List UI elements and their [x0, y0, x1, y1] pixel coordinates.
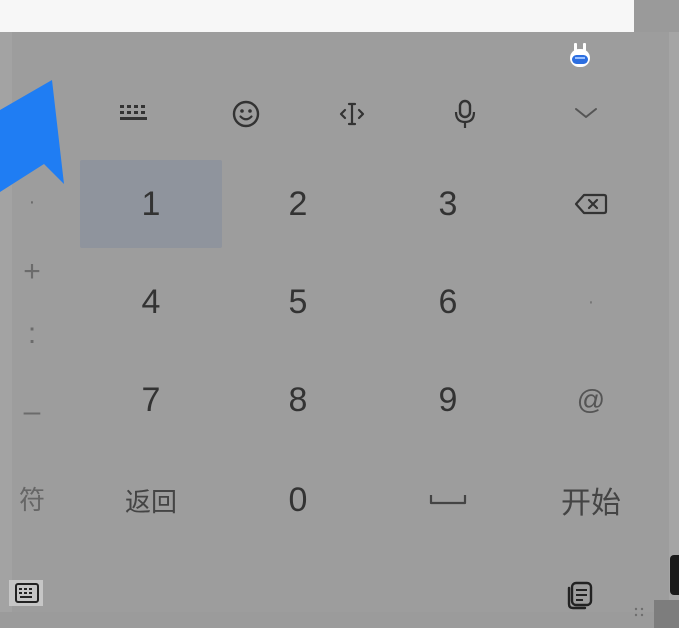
top-bar-side [634, 0, 679, 32]
at-key-label: @ [576, 384, 606, 415]
space-bar-icon [429, 495, 467, 505]
key-9[interactable]: 9 [376, 356, 520, 444]
key-5-label: 5 [288, 282, 308, 321]
microphone-icon[interactable] [450, 96, 480, 132]
emoji-icon[interactable] [228, 96, 264, 132]
bottom-bar [0, 612, 679, 628]
key-1[interactable]: 1 [80, 160, 222, 248]
side-symbols-key-label: 符 [18, 484, 45, 515]
key-8[interactable]: 8 [226, 356, 370, 444]
key-2-label: 2 [288, 184, 308, 223]
back-key-label: 返回 [124, 486, 177, 517]
key-6[interactable]: 6 [376, 258, 520, 346]
key-4[interactable]: 4 [80, 258, 222, 346]
grip-handle-icon [634, 607, 644, 617]
side-symbol-colon-label: : [27, 317, 37, 350]
side-symbols-key[interactable]: 符 [12, 478, 52, 518]
key-7-label: 7 [141, 380, 161, 419]
at-key[interactable]: @ [524, 356, 658, 444]
key-8-label: 8 [288, 380, 308, 419]
side-symbol-plus[interactable]: + [12, 252, 52, 292]
side-symbol-minus[interactable]: – [12, 392, 52, 432]
top-bar [0, 0, 634, 32]
key-2[interactable]: 2 [226, 160, 370, 248]
backspace-icon [574, 193, 608, 215]
key-6-label: 6 [438, 282, 458, 321]
delete-key[interactable] [524, 160, 658, 248]
key-5[interactable]: 5 [226, 258, 370, 346]
keyboard-switch-icon[interactable] [8, 578, 44, 608]
key-3-label: 3 [438, 184, 458, 223]
collapse-chevron-icon[interactable] [568, 98, 604, 128]
robot-assistant-icon[interactable] [566, 40, 594, 70]
start-key[interactable]: 开始 [524, 456, 658, 544]
key-3[interactable]: 3 [376, 160, 520, 248]
dot-key-label: · [587, 290, 595, 313]
right-edge [669, 32, 679, 628]
start-key-label: 开始 [561, 487, 621, 520]
cursor-move-icon[interactable] [334, 96, 370, 132]
keyboard-grid-icon[interactable] [116, 98, 152, 128]
key-9-label: 9 [438, 380, 458, 419]
side-notch [670, 555, 679, 595]
side-symbol-colon[interactable]: : [12, 314, 52, 354]
side-symbol-plus-label: + [23, 255, 41, 288]
key-0-label: 0 [288, 480, 308, 519]
back-key[interactable]: 返回 [80, 456, 222, 544]
key-7[interactable]: 7 [80, 356, 222, 444]
side-symbol-minus-label: – [23, 395, 41, 428]
space-key[interactable] [376, 456, 520, 544]
key-4-label: 4 [141, 282, 161, 321]
key-0[interactable]: 0 [226, 456, 370, 544]
dot-key[interactable]: · [524, 258, 658, 346]
corner-block [654, 600, 679, 628]
clipboard-icon[interactable] [563, 578, 597, 612]
number-keyboard: 1 2 3 4 5 6 7 8 9 返回 0 · @ 开始 · + : – 符 [12, 32, 669, 612]
pointer-arrow-annotation [0, 80, 64, 192]
key-1-label: 1 [141, 184, 161, 223]
